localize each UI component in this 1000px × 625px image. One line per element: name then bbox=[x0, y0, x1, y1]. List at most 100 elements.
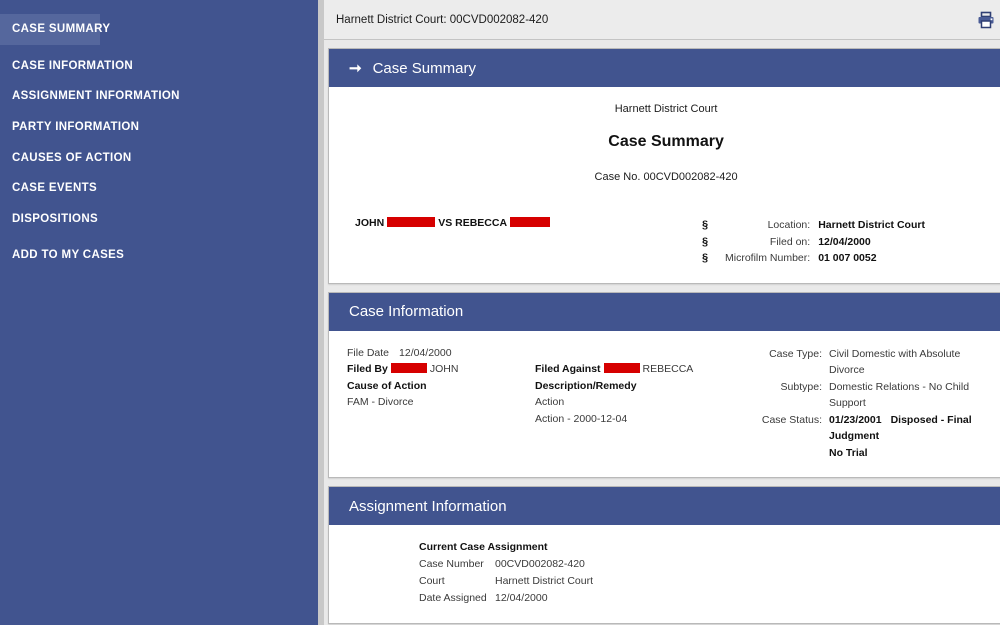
sidebar-item-dispositions[interactable]: DISPOSITIONS bbox=[0, 204, 318, 235]
top-bar: Harnett District Court: 00CVD002082-420 bbox=[318, 0, 1000, 40]
printer-icon bbox=[978, 11, 994, 29]
case-information-column-left: File Date 12/04/2000 Filed By JOHN Cause o… bbox=[347, 345, 535, 462]
filed-by-row: Filed By JOHN bbox=[347, 361, 535, 378]
sidebar-item-add-to-my-cases[interactable]: ADD TO MY CASES bbox=[0, 240, 318, 271]
case-status-row-continued: No Trial bbox=[750, 445, 985, 462]
panel-title: Assignment Information bbox=[349, 497, 507, 515]
sidebar-item-party-information[interactable]: PARTY INFORMATION bbox=[0, 112, 318, 143]
panel-header-assignment-information: Assignment Information bbox=[329, 487, 1000, 525]
assignment-value: Harnett District Court bbox=[495, 575, 594, 587]
application-window: CASE SUMMARY CASE INFORMATION ASSIGNMENT… bbox=[0, 0, 1000, 625]
assignment-row-date-assigned: Date Assigned 12/04/2000 bbox=[419, 590, 985, 607]
case-status-value: 01/23/2001 Disposed - Final Judgment bbox=[829, 412, 985, 445]
panel-header-case-information: Case Information bbox=[329, 292, 1000, 331]
case-type-value: Civil Domestic with Absolute Divorce bbox=[829, 347, 961, 377]
assignment-value: 00CVD002082-420 bbox=[495, 558, 585, 570]
meta-value: Harnett District Court bbox=[818, 219, 925, 231]
current-case-assignment-title: Current Case Assignment bbox=[419, 541, 548, 553]
filed-by-label: Filed By bbox=[347, 363, 388, 375]
filed-against-row: Filed Against REBECCA bbox=[535, 361, 750, 378]
print-button[interactable] bbox=[974, 8, 998, 32]
meta-row-location: Location: Harnett District Court bbox=[725, 217, 950, 234]
sidebar-item-label: DISPOSITIONS bbox=[12, 212, 98, 225]
panel-body-case-information: File Date 12/04/2000 Filed By JOHN Cause o… bbox=[329, 331, 1000, 478]
sidebar-item-label: ASSIGNMENT INFORMATION bbox=[12, 90, 180, 103]
sidebar-item-label: CASE INFORMATION bbox=[12, 59, 134, 72]
assignment-label: Court bbox=[419, 575, 445, 587]
court-name: Harnett District Court bbox=[614, 103, 718, 115]
main-region: Harnett District Court: 00CVD002082-420 … bbox=[318, 0, 1000, 625]
file-date-row: File Date 12/04/2000 bbox=[347, 345, 535, 362]
section-marks: § § § bbox=[685, 217, 725, 267]
redaction-bar bbox=[387, 217, 436, 227]
case-status-label-spacer bbox=[750, 445, 822, 462]
redaction-bar bbox=[510, 217, 551, 227]
panel-title: Case Information bbox=[349, 303, 464, 320]
cause-of-action-value: FAM - Divorce bbox=[347, 396, 414, 408]
sidebar-item-label: CASE EVENTS bbox=[12, 182, 98, 195]
case-type-label: Case Type: bbox=[769, 347, 822, 360]
case-type-row: Case Type: Civil Domestic with Absolute … bbox=[750, 346, 985, 379]
panel-title: Case Summary bbox=[372, 59, 476, 77]
sidebar-item-case-events[interactable]: CASE EVENTS bbox=[0, 173, 318, 204]
content-left-gutter bbox=[318, 0, 324, 625]
current-case-assignment-block: Current Case Assignment Case Number 00CV… bbox=[347, 539, 985, 607]
breadcrumb-case-reference: Harnett District Court: 00CVD002082-420 bbox=[336, 13, 549, 26]
sidebar-item-label: PARTY INFORMATION bbox=[12, 120, 140, 133]
redaction-bar bbox=[603, 363, 640, 373]
case-status-text-2: No Trial bbox=[829, 446, 868, 459]
sidebar-item-causes-of-action[interactable]: CAUSES OF ACTION bbox=[0, 143, 318, 174]
party-plaintiff-first-name: JOHN bbox=[355, 217, 385, 229]
panel-assignment-information: Assignment Information Current Case Assi… bbox=[328, 486, 1000, 624]
description-line-1: Action bbox=[535, 396, 565, 408]
subtype-value: Domestic Relations - No Child Support bbox=[829, 380, 970, 410]
arrow-right-icon: ➞ bbox=[349, 59, 362, 77]
sidebar-navigation: CASE SUMMARY CASE INFORMATION ASSIGNMENT… bbox=[0, 0, 318, 625]
sidebar-item-case-summary[interactable]: CASE SUMMARY bbox=[0, 14, 110, 45]
meta-row-filed-on: Filed on: 12/04/2000 bbox=[725, 234, 950, 251]
assignment-value: 12/04/2000 bbox=[495, 592, 548, 604]
sidebar-item-label: CASE SUMMARY bbox=[12, 23, 111, 35]
case-number-line: Case No. 00CVD002082-420 bbox=[594, 171, 738, 183]
filed-by-name: JOHN bbox=[429, 363, 459, 375]
meta-label: Filed on: bbox=[769, 235, 811, 248]
party-caption: JOHN VS REBECCA bbox=[347, 217, 685, 229]
filed-against-label: Filed Against bbox=[535, 363, 601, 375]
spacer-row bbox=[535, 345, 750, 362]
panel-case-summary: ➞ Case Summary Harnett District Court Ca… bbox=[328, 48, 1000, 284]
subtype-label: Subtype: bbox=[780, 380, 822, 393]
assignment-row-case-number: Case Number 00CVD002082-420 bbox=[419, 556, 985, 573]
content-scroll-area[interactable]: ➞ Case Summary Harnett District Court Ca… bbox=[318, 40, 1000, 625]
meta-row-microfilm-number: Microfilm Number: 01 007 0052 bbox=[725, 250, 950, 267]
sidebar-item-case-information[interactable]: CASE INFORMATION bbox=[0, 51, 318, 82]
assignment-row-court: Court Harnett District Court bbox=[419, 573, 985, 590]
case-summary-meta-list: Location: Harnett District Court Filed o… bbox=[725, 217, 985, 267]
case-information-column-middle: Filed Against REBECCA Description/Remedy … bbox=[535, 345, 750, 462]
subtype-row: Subtype: Domestic Relations - No Child S… bbox=[750, 379, 985, 412]
meta-label: Location: bbox=[767, 219, 811, 231]
meta-value: 01 007 0052 bbox=[818, 252, 877, 264]
assignment-label: Date Assigned bbox=[419, 592, 487, 604]
file-date-value: 12/04/2000 bbox=[399, 346, 452, 359]
sidebar-item-assignment-information[interactable]: ASSIGNMENT INFORMATION bbox=[0, 81, 318, 112]
sidebar-item-label: ADD TO MY CASES bbox=[12, 249, 125, 262]
party-vs-defendant: VS REBECCA bbox=[438, 217, 508, 229]
case-information-columns: File Date 12/04/2000 Filed By JOHN Cause o… bbox=[347, 345, 985, 462]
description-remedy-label: Description/Remedy bbox=[535, 379, 637, 392]
case-status-date: 01/23/2001 bbox=[829, 413, 882, 426]
section-mark: § bbox=[701, 252, 709, 264]
case-summary-heading-block: Harnett District Court Case Summary Case… bbox=[347, 103, 985, 183]
case-information-column-right: Case Type: Civil Domestic with Absolute … bbox=[750, 345, 985, 462]
assignment-label: Case Number bbox=[419, 558, 484, 570]
case-summary-columns: JOHN VS REBECCA § § § Location: Harnett D… bbox=[347, 217, 985, 267]
meta-label: Microfilm Number: bbox=[725, 252, 811, 264]
file-date-label: File Date bbox=[347, 346, 390, 359]
panel-case-information: Case Information File Date 12/04/2000 Fil… bbox=[328, 291, 1000, 478]
filed-against-name: REBECCA bbox=[642, 363, 694, 375]
meta-value: 12/04/2000 bbox=[818, 235, 871, 248]
case-status-label: Case Status: bbox=[761, 413, 822, 426]
panel-body-case-summary: Harnett District Court Case Summary Case… bbox=[329, 87, 1000, 283]
description-line-2: Action - 2000-12-04 bbox=[535, 412, 628, 425]
cause-of-action-label: Cause of Action bbox=[347, 379, 427, 392]
redaction-bar bbox=[390, 363, 427, 373]
